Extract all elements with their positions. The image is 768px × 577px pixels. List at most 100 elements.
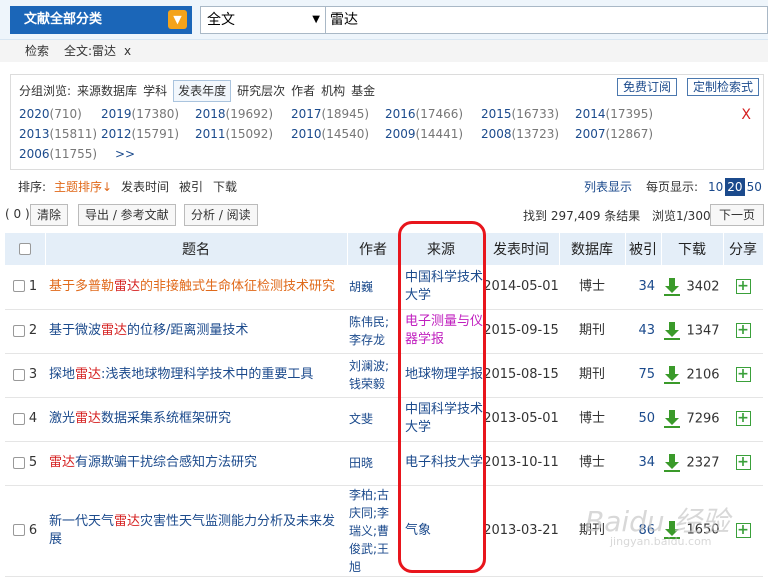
group-tab[interactable]: 作者 [291, 81, 315, 101]
title-link[interactable]: 基于微波雷达的位移/距离测量技术 [45, 309, 347, 354]
sort-cited-link[interactable]: 被引 [179, 178, 203, 196]
title-link[interactable]: 基于多普勒雷达的非接触式生命体征检测技术研究 [45, 265, 347, 310]
author-link[interactable]: 胡巍 [347, 265, 399, 310]
row-checkbox[interactable] [12, 280, 25, 293]
author-link[interactable]: 田晓 [347, 441, 399, 486]
table-row[interactable]: 3 探地雷达:浅表地球物理科学技术中的重要工具 刘澜波;钱荣毅 地球物理学报 2015-… [5, 353, 763, 398]
author-link[interactable]: 陈伟民;李存龙 [347, 309, 399, 354]
clear-button[interactable]: 清除 [30, 204, 69, 226]
download-cell[interactable]: 1347 [661, 309, 723, 354]
share-plus-icon[interactable]: + [735, 455, 751, 470]
title-link[interactable]: 激光雷达数据采集系统框架研究 [45, 397, 347, 442]
row-checkbox[interactable] [12, 324, 25, 337]
close-icon[interactable]: X [741, 107, 751, 123]
year-filter-link[interactable]: 2019(17380) [101, 107, 179, 121]
download-arrow-icon[interactable] [664, 365, 681, 384]
row-checkbox[interactable] [12, 412, 25, 425]
row-checkbox[interactable] [12, 456, 25, 469]
title-link[interactable]: 雷达有源欺骗干扰综合感知方法研究 [45, 441, 347, 486]
row-select-cell[interactable]: 3 [5, 353, 45, 398]
crumb-remove-icon[interactable]: x [124, 40, 131, 62]
source-link[interactable]: 电子测量与仪器学报 [399, 309, 483, 354]
year-filter-link[interactable]: 2014(17395) [575, 107, 653, 121]
year-filter-link[interactable]: 2013(15811) [19, 127, 97, 141]
row-select-cell[interactable]: 1 [5, 265, 45, 310]
year-filter-link[interactable]: 2007(12867) [575, 127, 653, 141]
years-more-link[interactable]: >> [115, 147, 135, 161]
cited-count-link[interactable]: 50 [625, 397, 661, 442]
download-cell[interactable]: 3402 [661, 265, 723, 310]
year-filter-link[interactable]: 2006(11755) [19, 147, 97, 161]
col-share[interactable]: 分享 [723, 233, 764, 265]
cited-count-link[interactable]: 34 [625, 441, 661, 486]
share-plus-icon[interactable]: + [735, 522, 751, 538]
select-all-checkbox[interactable] [18, 243, 31, 255]
row-checkbox[interactable] [12, 524, 25, 536]
cited-count-link[interactable]: 75 [625, 353, 661, 398]
download-arrow-icon[interactable] [664, 453, 681, 472]
group-tab[interactable]: 来源数据库 [77, 81, 137, 101]
download-cell[interactable]: 7296 [661, 397, 723, 442]
author-link[interactable]: 刘澜波;钱荣毅 [347, 353, 399, 398]
year-filter-link[interactable]: 2017(18945) [291, 107, 369, 121]
export-button[interactable]: 导出 / 参考文献 [78, 204, 176, 226]
share-cell[interactable]: + [723, 353, 763, 398]
subscribe-button[interactable]: 免费订阅 [617, 78, 678, 96]
group-tab-active[interactable]: 发表年度 [173, 80, 232, 102]
cited-count-link[interactable]: 43 [625, 309, 661, 354]
title-link[interactable]: 新一代天气雷达灾害性天气监测能力分析及未来发展 [45, 485, 347, 577]
category-select[interactable]: 文献全部分类 ▼ [10, 6, 192, 34]
year-filter-link[interactable]: 2009(14441) [385, 127, 463, 141]
table-row[interactable]: 2 基于微波雷达的位移/距离测量技术 陈伟民;李存龙 电子测量与仪器学报 2015-09… [5, 309, 763, 354]
analyze-button[interactable]: 分析 / 阅读 [184, 204, 258, 226]
custom-query-button[interactable]: 定制检索式 [687, 78, 760, 96]
row-select-cell[interactable]: 2 [5, 309, 45, 354]
download-arrow-icon[interactable] [664, 277, 681, 296]
group-tab[interactable]: 基金 [351, 81, 375, 101]
sort-download-link[interactable]: 下载 [213, 178, 237, 196]
row-select-cell[interactable]: 6 [5, 485, 45, 577]
source-link[interactable]: 电子科技大学 [399, 441, 483, 486]
next-page-button[interactable]: 下一页 [710, 204, 764, 226]
col-cited[interactable]: 被引 [625, 233, 662, 265]
group-tab[interactable]: 机构 [321, 81, 345, 101]
year-filter-link[interactable]: 2018(19692) [195, 107, 273, 121]
page-size-10[interactable]: 10 [706, 178, 725, 196]
row-checkbox[interactable] [12, 368, 25, 381]
share-cell[interactable]: + [723, 265, 763, 310]
row-select-cell[interactable]: 5 [5, 441, 45, 486]
page-size-20[interactable]: 20 [725, 178, 745, 196]
sort-topic-link[interactable]: 主题排序↓ [54, 178, 112, 196]
year-filter-link[interactable]: 2008(13723) [481, 127, 559, 141]
col-title[interactable]: 题名 [45, 233, 348, 265]
sort-date-link[interactable]: 发表时间 [121, 178, 169, 196]
year-filter-link[interactable]: 2010(14540) [291, 127, 369, 141]
year-filter-link[interactable]: 2015(16733) [481, 107, 559, 121]
share-cell[interactable]: + [723, 309, 763, 354]
table-row[interactable]: 4 激光雷达数据采集系统框架研究 文斐 中国科学技术大学 2013-05-01 博士 50 7… [5, 397, 763, 442]
row-select-cell[interactable]: 4 [5, 397, 45, 442]
table-row[interactable]: 5 雷达有源欺骗干扰综合感知方法研究 田晓 电子科技大学 2013-10-11 博士 34 2… [5, 441, 763, 486]
col-download[interactable]: 下载 [661, 233, 724, 265]
download-cell[interactable]: 2106 [661, 353, 723, 398]
source-link[interactable]: 中国科学技术大学 [399, 397, 483, 442]
share-plus-icon[interactable]: + [735, 411, 751, 426]
share-plus-icon[interactable]: + [735, 278, 751, 294]
share-plus-icon[interactable]: + [735, 323, 751, 338]
year-filter-link[interactable]: 2012(15791) [101, 127, 179, 141]
title-link[interactable]: 探地雷达:浅表地球物理科学技术中的重要工具 [45, 353, 347, 398]
author-link[interactable]: 文斐 [347, 397, 399, 442]
share-plus-icon[interactable]: + [735, 367, 751, 382]
share-cell[interactable]: + [723, 441, 763, 486]
page-size-50[interactable]: 50 [745, 178, 764, 196]
year-filter-link[interactable]: 2016(17466) [385, 107, 463, 121]
download-arrow-icon[interactable] [664, 409, 681, 428]
share-cell[interactable]: + [723, 397, 763, 442]
search-input[interactable]: 雷达 [326, 6, 768, 34]
col-date[interactable]: 发表时间 [483, 233, 560, 265]
list-view-link[interactable]: 列表显示 [584, 178, 632, 196]
source-link[interactable]: 气象 [399, 485, 483, 577]
cited-count-link[interactable]: 34 [625, 265, 661, 310]
col-database[interactable]: 数据库 [559, 233, 626, 265]
source-link[interactable]: 地球物理学报 [399, 353, 483, 398]
